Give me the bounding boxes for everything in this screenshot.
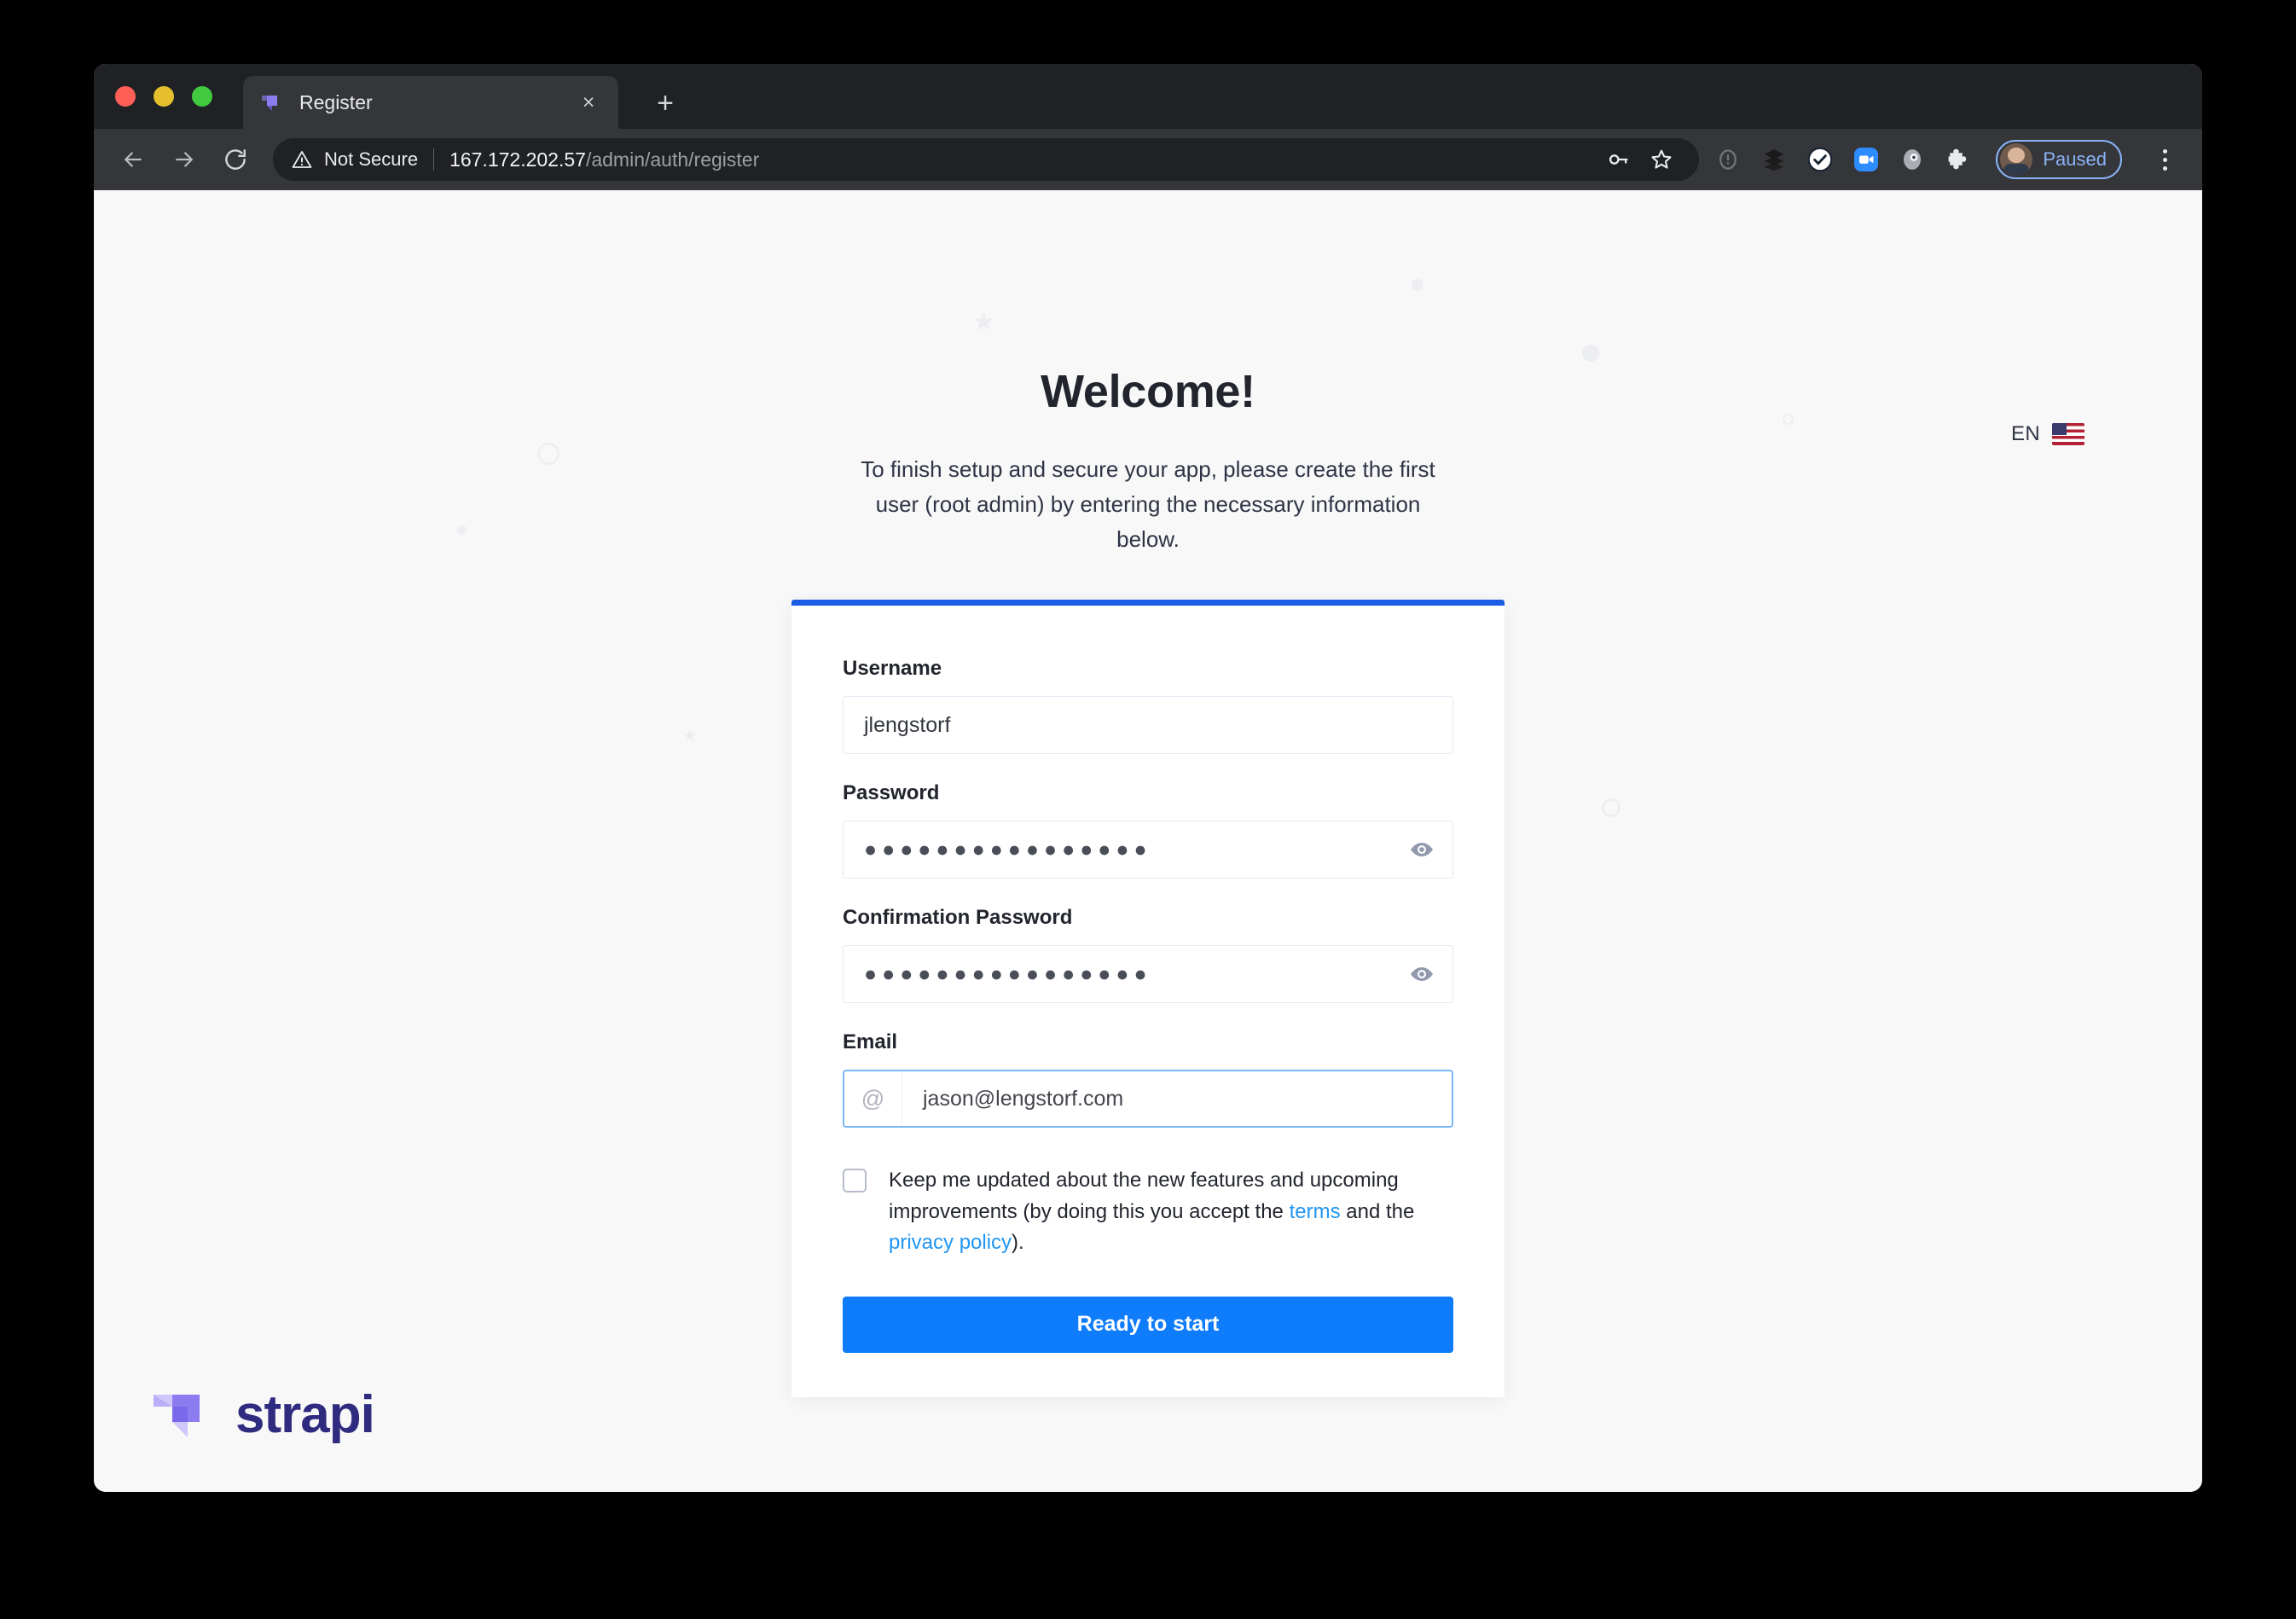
check-circle-icon[interactable] [1803, 142, 1837, 177]
newsletter-consent[interactable]: Keep me updated about the new features a… [843, 1165, 1453, 1258]
forward-button[interactable] [164, 139, 205, 180]
password-label: Password [843, 781, 1453, 805]
back-button[interactable] [113, 139, 154, 180]
puzzle-piece-icon[interactable] [1941, 142, 1975, 177]
omnibox-divider [433, 148, 434, 171]
ready-to-start-button[interactable]: Ready to start [843, 1297, 1453, 1353]
profile-status-label: Paused [2043, 148, 2107, 171]
email-input[interactable]: @ jason@lengstorf.com [843, 1070, 1453, 1128]
new-tab-button[interactable]: + [650, 90, 681, 120]
profile-button[interactable]: Paused [1996, 140, 2122, 179]
confirm-password-value: ●●●●●●●●●●●●●●●● [844, 962, 1391, 987]
strapi-logo: strapi [147, 1381, 374, 1448]
maximize-window-button[interactable] [192, 86, 212, 107]
extension-bar: Paused [1711, 140, 2183, 179]
newsletter-checkbox[interactable] [843, 1169, 867, 1192]
consent-text-middle: and the [1341, 1200, 1415, 1223]
password-field-group: Password ●●●●●●●●●●●●●●●● [843, 781, 1453, 879]
username-label: Username [843, 657, 1453, 681]
consent-text-after: ). [1012, 1231, 1024, 1254]
privacy-policy-link[interactable]: privacy policy [889, 1231, 1012, 1254]
url-text: 167.172.202.57/admin/auth/register [449, 148, 759, 171]
tab-strip: Register × + [94, 64, 2202, 129]
password-value: ●●●●●●●●●●●●●●●● [844, 838, 1391, 862]
language-code: EN [2011, 422, 2040, 446]
username-input[interactable]: jlengstorf [843, 696, 1453, 754]
tab-title: Register [299, 91, 574, 114]
email-label: Email [843, 1030, 1453, 1054]
strapi-mark-icon [147, 1381, 213, 1448]
security-status-label: Not Secure [324, 148, 418, 171]
strapi-logo-icon [258, 90, 282, 114]
consent-text: Keep me updated about the new features a… [889, 1165, 1453, 1258]
eye-icon[interactable] [1391, 821, 1452, 878]
confirm-password-label: Confirmation Password [843, 906, 1453, 930]
email-field-group: Email @ jason@lengstorf.com [843, 1030, 1453, 1128]
terms-link[interactable]: terms [1290, 1200, 1341, 1223]
close-tab-button[interactable]: × [574, 88, 603, 117]
page-content: ★ ★ EN Welcome! To finish setup and secu… [94, 190, 2202, 1492]
omnibox-actions [1600, 141, 1680, 178]
url-host: 167.172.202.57 [449, 148, 586, 171]
reload-button[interactable] [215, 139, 256, 180]
kebab-menu-icon[interactable] [2146, 141, 2183, 178]
minimize-window-button[interactable] [154, 86, 174, 107]
address-bar[interactable]: Not Secure 167.172.202.57/admin/auth/reg… [273, 138, 1699, 181]
warning-triangle-icon [292, 149, 312, 170]
url-path: /admin/auth/register [586, 148, 759, 171]
info-circle-icon[interactable] [1711, 142, 1745, 177]
page-title: Welcome! [1041, 365, 1255, 418]
user-avatar [2000, 143, 2032, 176]
language-selector[interactable]: EN [2011, 422, 2084, 446]
page-center-column: Welcome! To finish setup and secure your… [94, 190, 2202, 1397]
registration-card: Username jlengstorf Password ●●●●●●●●●●●… [791, 600, 1505, 1396]
password-input[interactable]: ●●●●●●●●●●●●●●●● [843, 821, 1453, 879]
key-icon[interactable] [1600, 141, 1638, 178]
browser-window: Register × + [94, 64, 2202, 1492]
email-value: jason@lengstorf.com [902, 1087, 1452, 1111]
username-field-group: Username jlengstorf [843, 657, 1453, 754]
username-value: jlengstorf [844, 713, 1452, 738]
browser-toolbar: Not Secure 167.172.202.57/admin/auth/reg… [94, 129, 2202, 190]
video-camera-icon[interactable] [1849, 142, 1883, 177]
strapi-wordmark: strapi [235, 1384, 374, 1445]
layers-icon[interactable] [1757, 142, 1791, 177]
page-subtitle: To finish setup and secure your app, ple… [844, 452, 1452, 557]
window-controls [115, 86, 212, 107]
confirm-password-input[interactable]: ●●●●●●●●●●●●●●●● [843, 945, 1453, 1003]
browser-tab[interactable]: Register × [243, 76, 618, 129]
at-symbol-icon: @ [844, 1071, 902, 1126]
us-flag-icon [2052, 423, 2084, 445]
ghost-icon[interactable] [1895, 142, 1929, 177]
close-window-button[interactable] [115, 86, 136, 107]
star-icon[interactable] [1643, 141, 1680, 178]
eye-icon[interactable] [1391, 946, 1452, 1002]
confirm-password-field-group: Confirmation Password ●●●●●●●●●●●●●●●● [843, 906, 1453, 1003]
